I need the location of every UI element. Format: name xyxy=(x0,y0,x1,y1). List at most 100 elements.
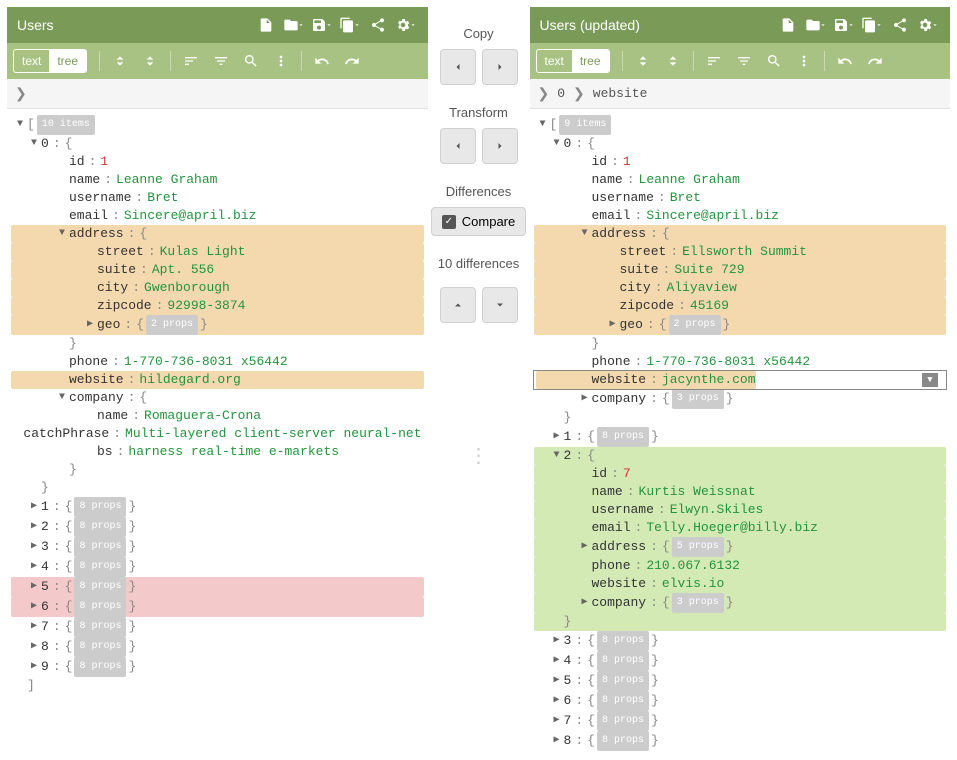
chevron-right-icon[interactable]: ❯ xyxy=(15,85,27,102)
list-item[interactable]: 7:{8 props} xyxy=(11,617,424,637)
open-icon[interactable] xyxy=(282,13,306,37)
toggle[interactable] xyxy=(27,578,41,596)
share-icon[interactable] xyxy=(366,13,390,37)
list-item[interactable]: 4:{8 props} xyxy=(11,557,424,577)
right-tree[interactable]: [9 items 0:{ id:1 name:Leanne Graham use… xyxy=(530,109,951,753)
chevron-right-icon: ❯ xyxy=(573,85,585,102)
save-icon[interactable] xyxy=(310,13,334,37)
search-icon[interactable] xyxy=(760,47,788,75)
more-icon[interactable] xyxy=(267,47,295,75)
collapse-all-icon[interactable] xyxy=(136,47,164,75)
list-item[interactable]: 8:{8 props} xyxy=(534,731,947,751)
new-file-icon[interactable] xyxy=(776,13,800,37)
next-diff-btn[interactable] xyxy=(482,287,518,323)
collapse-all-icon[interactable] xyxy=(659,47,687,75)
sort-icon[interactable] xyxy=(700,47,728,75)
text-mode-btn[interactable]: text xyxy=(537,50,572,72)
left-tree[interactable]: [10 items 0:{ id:1 name:Leanne Graham us… xyxy=(7,109,428,753)
toggle[interactable] xyxy=(27,498,41,516)
toggle[interactable] xyxy=(550,447,564,465)
toggle[interactable] xyxy=(55,389,69,407)
list-item[interactable]: 4:{8 props} xyxy=(534,651,947,671)
list-item[interactable]: 5:{8 props} xyxy=(11,577,424,597)
toggle[interactable] xyxy=(550,712,564,730)
toggle[interactable] xyxy=(550,428,564,446)
list-item[interactable]: 9:{8 props} xyxy=(11,657,424,677)
transform-left-btn[interactable] xyxy=(440,128,476,164)
copy-icon[interactable] xyxy=(338,13,362,37)
more-icon[interactable] xyxy=(790,47,818,75)
expand-all-icon[interactable] xyxy=(106,47,134,75)
toggle[interactable] xyxy=(550,632,564,650)
toggle[interactable] xyxy=(27,135,41,153)
toggle[interactable] xyxy=(550,672,564,690)
list-item[interactable]: 8:{8 props} xyxy=(11,637,424,657)
list-item[interactable]: 3:{8 props} xyxy=(11,537,424,557)
settings-icon[interactable] xyxy=(916,13,940,37)
toggle[interactable] xyxy=(55,225,69,243)
list-item[interactable]: 3:{8 props} xyxy=(534,631,947,651)
list-item[interactable]: 6:{8 props} xyxy=(11,597,424,617)
toggle[interactable] xyxy=(550,732,564,750)
toggle[interactable] xyxy=(606,316,620,334)
compare-label: Compare xyxy=(462,214,515,229)
open-icon[interactable] xyxy=(804,13,828,37)
settings-icon[interactable] xyxy=(394,13,418,37)
toggle[interactable] xyxy=(27,658,41,676)
tree-mode-btn[interactable]: tree xyxy=(572,50,609,72)
context-menu-icon[interactable] xyxy=(922,373,938,387)
root-count-badge: 10 items xyxy=(37,115,95,135)
toggle[interactable] xyxy=(578,390,592,408)
save-icon[interactable] xyxy=(832,13,856,37)
redo-icon[interactable] xyxy=(861,47,889,75)
undo-icon[interactable] xyxy=(308,47,336,75)
copy-right-btn[interactable] xyxy=(482,49,518,85)
toggle[interactable] xyxy=(550,652,564,670)
transform-right-btn[interactable] xyxy=(482,128,518,164)
left-header: Users xyxy=(7,7,428,43)
redo-icon[interactable] xyxy=(338,47,366,75)
toggle[interactable] xyxy=(550,692,564,710)
toggle[interactable] xyxy=(27,558,41,576)
copy-label: Copy xyxy=(463,26,493,41)
transform-label: Transform xyxy=(449,105,508,120)
toggle[interactable] xyxy=(83,316,97,334)
filter-icon[interactable] xyxy=(730,47,758,75)
toggle[interactable] xyxy=(27,618,41,636)
search-icon[interactable] xyxy=(237,47,265,75)
chevron-right-icon[interactable]: ❯ xyxy=(538,85,550,102)
toggle[interactable] xyxy=(578,594,592,612)
list-item[interactable]: 2:{8 props} xyxy=(11,517,424,537)
breadcrumb-item[interactable]: website xyxy=(593,86,648,101)
breadcrumb-item[interactable]: 0 xyxy=(557,86,565,101)
prev-diff-btn[interactable] xyxy=(440,287,476,323)
list-item[interactable]: 6:{8 props} xyxy=(534,691,947,711)
toggle[interactable] xyxy=(578,225,592,243)
list-item[interactable]: 7:{8 props} xyxy=(534,711,947,731)
copy-left-btn[interactable] xyxy=(440,49,476,85)
view-mode-toggle: text tree xyxy=(536,49,610,73)
copy-icon[interactable] xyxy=(860,13,884,37)
right-title: Users (updated) xyxy=(540,17,773,33)
new-file-icon[interactable] xyxy=(254,13,278,37)
toggle[interactable] xyxy=(13,116,27,134)
toggle[interactable] xyxy=(27,638,41,656)
toggle[interactable] xyxy=(578,538,592,556)
drag-handle-icon[interactable]: ⋮ xyxy=(469,443,489,468)
filter-icon[interactable] xyxy=(207,47,235,75)
toggle[interactable] xyxy=(536,116,550,134)
tree-mode-btn[interactable]: tree xyxy=(49,50,86,72)
undo-icon[interactable] xyxy=(831,47,859,75)
compare-button[interactable]: ✓ Compare xyxy=(431,207,526,236)
text-mode-btn[interactable]: text xyxy=(14,50,49,72)
left-panel: Users text tree ❯ [10 items 0:{ id:1 nam… xyxy=(6,6,429,754)
sort-icon[interactable] xyxy=(177,47,205,75)
toggle[interactable] xyxy=(27,598,41,616)
toggle[interactable] xyxy=(550,135,564,153)
list-item[interactable]: 1:{8 props} xyxy=(11,497,424,517)
expand-all-icon[interactable] xyxy=(629,47,657,75)
share-icon[interactable] xyxy=(888,13,912,37)
list-item[interactable]: 5:{8 props} xyxy=(534,671,947,691)
toggle[interactable] xyxy=(27,518,41,536)
toggle[interactable] xyxy=(27,538,41,556)
